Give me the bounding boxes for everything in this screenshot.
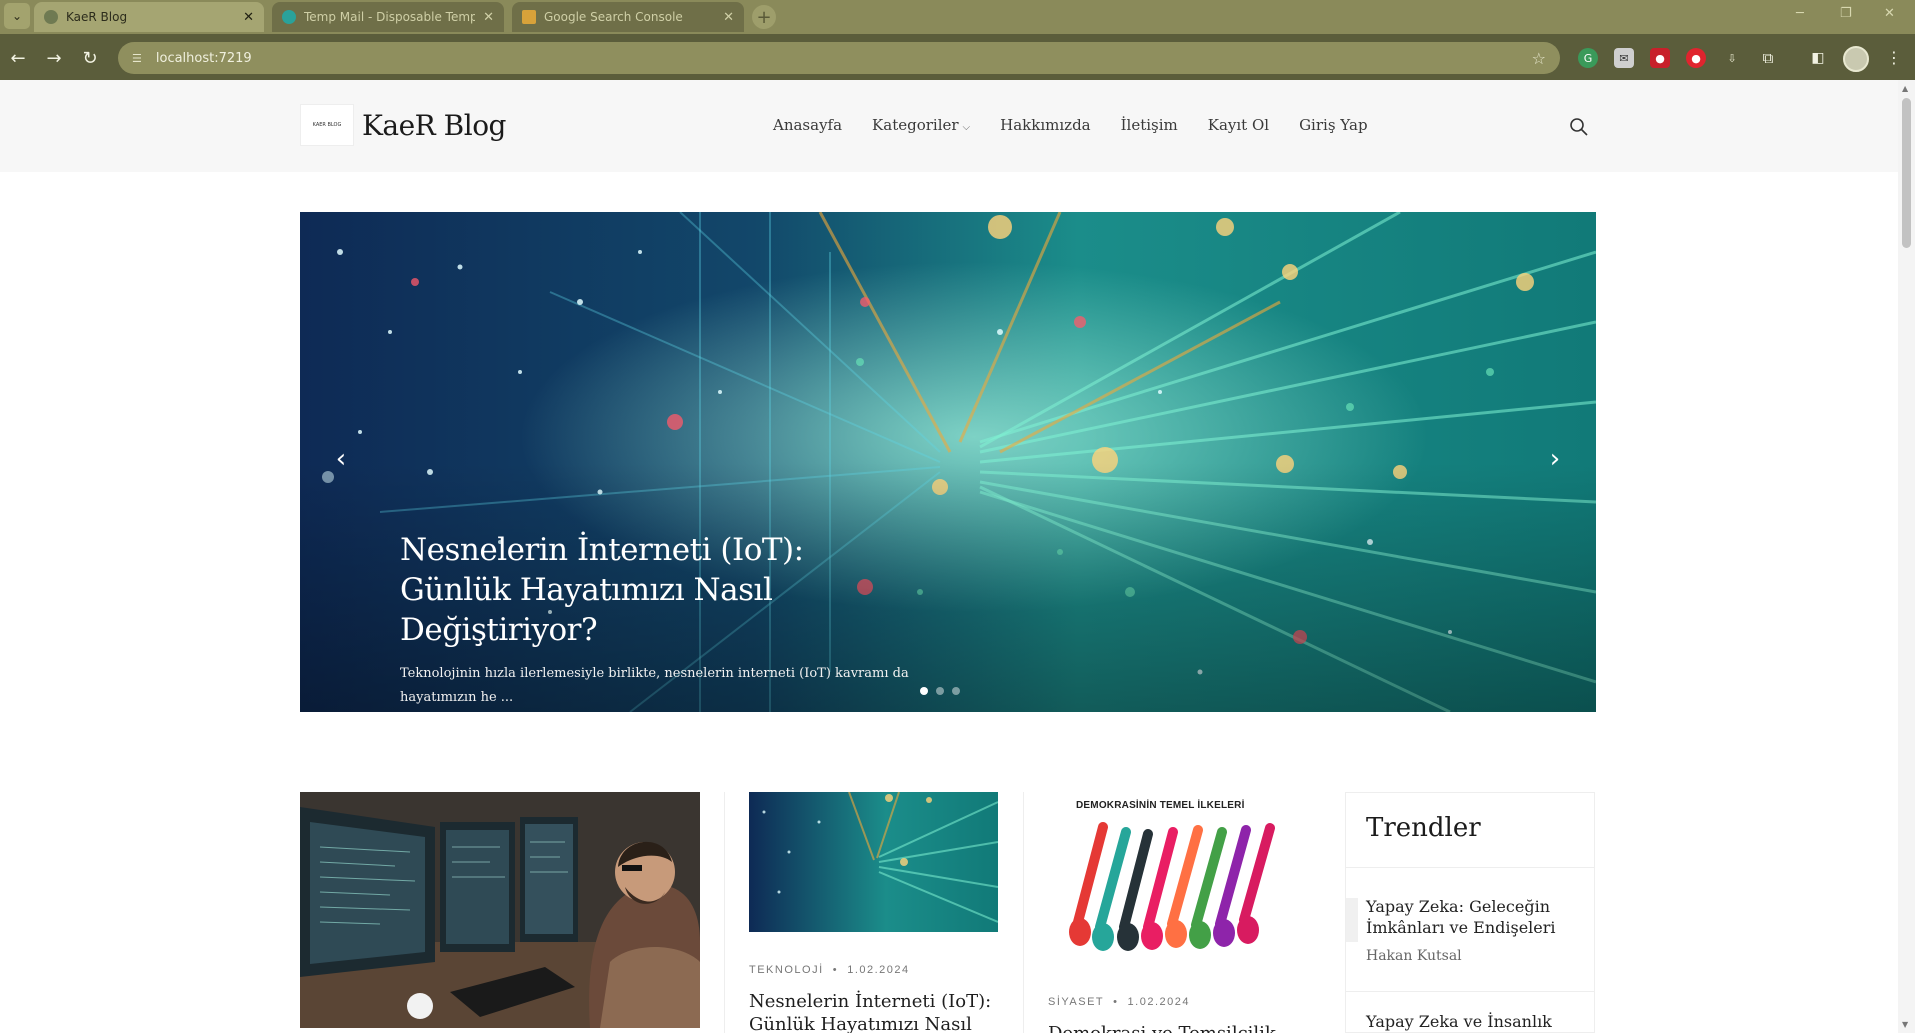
hero-title[interactable]: Nesnelerin İnterneti (IoT): Günlük Hayat…: [400, 530, 920, 650]
post-title[interactable]: Demokrasi ve Temsilcilik: [1048, 1022, 1300, 1033]
extensions-puzzle-icon[interactable]: ⧉: [1758, 48, 1778, 68]
post-title[interactable]: Nesnelerin İnterneti (IoT): Günlük Hayat…: [749, 990, 998, 1033]
new-tab-button[interactable]: +: [752, 5, 776, 29]
search-icon[interactable]: [1568, 116, 1590, 138]
site-header: KAER BLOG KaeR Blog Anasayfa Kategoriler…: [0, 80, 1898, 172]
post-category[interactable]: TEKNOLOJİ: [749, 964, 824, 976]
slider-dot[interactable]: [936, 687, 944, 695]
tab-title: KaeR Blog: [66, 10, 128, 24]
nav-about[interactable]: Hakkımızda: [1000, 116, 1090, 134]
page-scrollbar[interactable]: ▲ ▼: [1898, 80, 1915, 1033]
tab-search-button[interactable]: ⌄: [4, 3, 30, 29]
slider-dots: [920, 687, 960, 695]
logo-image: KAER BLOG: [300, 104, 354, 146]
trend-item[interactable]: Yapay Zeka ve İnsanlık: [1346, 992, 1594, 1031]
back-icon[interactable]: ←: [4, 44, 32, 72]
site-logo[interactable]: KAER BLOG KaeR Blog: [300, 104, 506, 146]
tab-temp-mail[interactable]: Temp Mail - Disposable Temporary Email ✕: [272, 2, 504, 32]
nav-categories[interactable]: Kategoriler ⌵: [872, 116, 970, 134]
trend-item[interactable]: Yapay Zeka: Geleceğin İmkânları ve Endiş…: [1346, 868, 1594, 992]
minimize-icon[interactable]: ─: [1796, 6, 1804, 21]
extension-rec-icon[interactable]: ●: [1686, 48, 1706, 68]
chart-icon: [522, 10, 536, 24]
scroll-up-icon[interactable]: ▲: [1902, 84, 1908, 93]
meta-separator: •: [1108, 996, 1123, 1008]
nav-login[interactable]: Giriş Yap: [1299, 116, 1368, 134]
nav-home[interactable]: Anasayfa: [773, 116, 842, 134]
trend-title[interactable]: Yapay Zeka: Geleceğin İmkânları ve Endiş…: [1366, 896, 1594, 938]
trend-title[interactable]: Yapay Zeka ve İnsanlık: [1366, 1012, 1552, 1031]
tab-kaer-blog[interactable]: KaeR Blog ✕: [34, 2, 264, 32]
scrollbar-thumb[interactable]: [1902, 98, 1911, 248]
tab-strip: ⌄ KaeR Blog ✕ Temp Mail - Disposable Tem…: [0, 0, 1915, 34]
profile-avatar[interactable]: [1843, 46, 1869, 72]
post-image-democracy[interactable]: DEMOKRASİNİN TEMEL İLKELERİ: [1048, 792, 1300, 952]
bookmark-star-icon[interactable]: ☆: [1532, 49, 1546, 68]
extension-red-icon[interactable]: ●: [1650, 48, 1670, 68]
forward-icon[interactable]: →: [40, 44, 68, 72]
slider-dot[interactable]: [952, 687, 960, 695]
logo-small-text: KAER BLOG: [312, 122, 342, 128]
web-page: KAER BLOG KaeR Blog Anasayfa Kategoriler…: [0, 80, 1898, 1033]
post-meta: SİYASET • 1.02.2024: [1048, 996, 1190, 1008]
chevron-down-icon: ⌵: [962, 122, 971, 133]
trends-heading: Trendler: [1346, 793, 1594, 868]
trend-author: Hakan Kutsal: [1366, 948, 1462, 964]
divider: [1023, 792, 1024, 1033]
slider-dot[interactable]: [920, 687, 928, 695]
tab-title: Temp Mail - Disposable Temporary Email: [304, 10, 476, 24]
nav-register[interactable]: Kayıt Ol: [1208, 116, 1269, 134]
mail-icon: [282, 10, 296, 24]
main-nav: Anasayfa Kategoriler ⌵ Hakkımızda İletişi…: [773, 116, 1368, 134]
trend-marker: [1346, 898, 1358, 942]
scroll-down-icon[interactable]: ▼: [1902, 1020, 1908, 1029]
post-date: 1.02.2024: [847, 964, 910, 976]
tab-search-console[interactable]: Google Search Console ✕: [512, 2, 744, 32]
maximize-icon[interactable]: ❐: [1840, 6, 1852, 21]
hero-caption: Nesnelerin İnterneti (IoT): Günlük Hayat…: [400, 530, 920, 710]
browser-menu-icon[interactable]: ⋮: [1886, 48, 1902, 67]
extension-pin-icon[interactable]: ⇩: [1722, 48, 1742, 68]
browser-toolbar: ← → ↻ ☰ localhost:7219 ☆ G ✉ ● ● ⇩ ⧉ ◧ ⋮: [0, 38, 1915, 78]
logo-text: KaeR Blog: [362, 108, 506, 142]
trends-widget: Trendler Yapay Zeka: Geleceğin İmkânları…: [1345, 792, 1595, 1033]
slider-next-icon[interactable]: ›: [1540, 444, 1570, 474]
slider-prev-icon[interactable]: ‹: [326, 444, 356, 474]
browser-chrome: ⌄ KaeR Blog ✕ Temp Mail - Disposable Tem…: [0, 0, 1915, 80]
site-info-icon[interactable]: ☰: [132, 52, 142, 65]
nav-categories-label: Kategoriler: [872, 116, 959, 134]
hero-excerpt: Teknolojinin hızla ilerlemesiyle birlikt…: [400, 666, 909, 705]
close-icon[interactable]: ✕: [243, 10, 254, 25]
close-icon[interactable]: ✕: [723, 10, 734, 25]
address-bar[interactable]: ☰ localhost:7219 ☆: [118, 42, 1560, 74]
grammarly-icon[interactable]: G: [1578, 48, 1598, 68]
nav-contact[interactable]: İletişim: [1121, 116, 1178, 134]
hero-slider[interactable]: ‹ › Nesnelerin İnterneti (IoT): Günlük H…: [300, 212, 1596, 712]
divider: [724, 792, 725, 1033]
close-icon[interactable]: ✕: [483, 10, 494, 25]
post-category[interactable]: SİYASET: [1048, 996, 1104, 1008]
post-meta: TEKNOLOJİ • 1.02.2024: [749, 964, 910, 976]
globe-icon: [44, 10, 58, 24]
window-close-icon[interactable]: ✕: [1884, 6, 1895, 21]
post-date: 1.02.2024: [1127, 996, 1190, 1008]
post-image-iot[interactable]: [749, 792, 998, 932]
meta-separator: •: [828, 964, 843, 976]
post-image-programmer[interactable]: [300, 792, 700, 1028]
side-panel-icon[interactable]: ◧: [1808, 48, 1828, 68]
extension-mail-icon[interactable]: ✉: [1614, 48, 1634, 68]
tab-title: Google Search Console: [544, 10, 683, 24]
url-text: localhost:7219: [155, 50, 252, 66]
reload-icon[interactable]: ↻: [76, 44, 104, 72]
